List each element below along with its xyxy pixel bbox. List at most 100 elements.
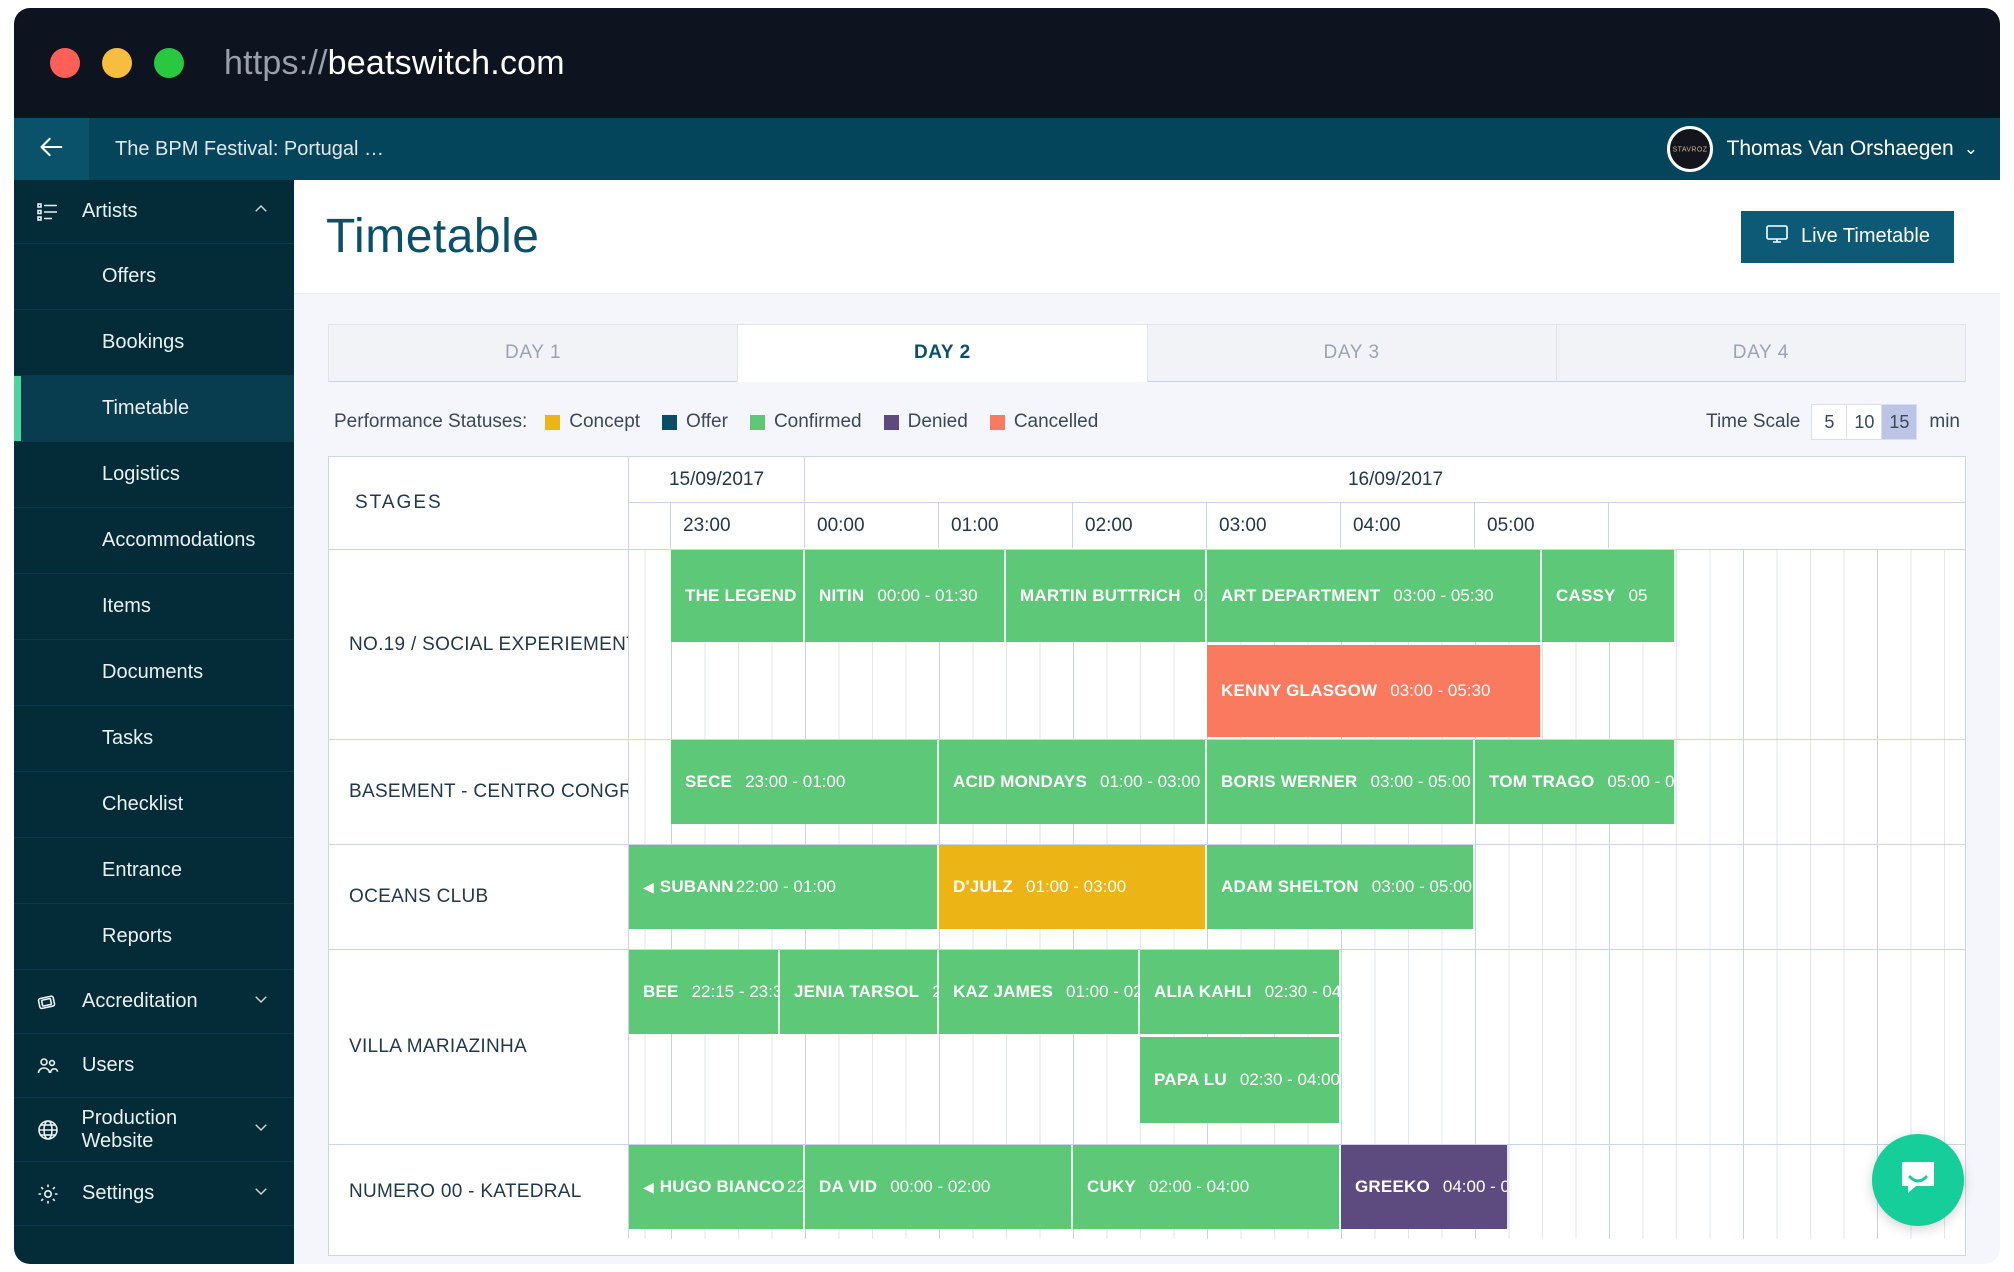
sidebar-item-logistics[interactable]: Logistics	[14, 442, 294, 508]
user-menu[interactable]: STAVROZ Thomas Van Orshaegen ⌄	[1666, 126, 1978, 172]
minimize-window-button[interactable]	[102, 48, 132, 78]
sidebar-item-offers[interactable]: Offers	[14, 244, 294, 310]
sidebar-group-label-production-website: Production Website	[81, 1106, 178, 1152]
close-window-button[interactable]	[50, 48, 80, 78]
sidebar-group-settings[interactable]: Settings	[14, 1162, 294, 1226]
time-scale-option-10[interactable]: 10	[1846, 404, 1883, 440]
stage-lane[interactable]: ◀ HUGO BIANCO 22:00 - 00:00 DA VID 00:00…	[629, 1145, 1965, 1239]
event-block[interactable]: CASSY 05	[1542, 550, 1676, 642]
event-block[interactable]: TOM TRAGO 05:00 - 0	[1475, 740, 1676, 824]
event-block[interactable]: JENIA TARSOL 23:30 - 01:00	[780, 950, 939, 1034]
date-cell-1: 15/09/2017	[629, 457, 805, 502]
event-block[interactable]: SECE 23:00 - 01:00	[671, 740, 939, 824]
sidebar-item-entrance[interactable]: Entrance	[14, 838, 294, 904]
hour-cell-pad	[629, 503, 671, 548]
event-name: CASSY	[1556, 586, 1616, 605]
event-name: TOM TRAGO	[1489, 772, 1595, 791]
stage-name: VILLA MARIAZINHA	[329, 950, 629, 1144]
event-time: 03:00 - 05:00	[1370, 772, 1471, 791]
event-block[interactable]: ADAM SHELTON 03:00 - 05:00	[1207, 845, 1475, 929]
event-time: 03:00 - 05:30	[1390, 681, 1491, 700]
legend-label: Confirmed	[773, 411, 862, 432]
sidebar-group-accreditation[interactable]: Accreditation	[14, 970, 294, 1034]
time-scale-option-5[interactable]: 5	[1811, 404, 1848, 440]
tab-day-3[interactable]: DAY 3	[1146, 324, 1557, 382]
timetable-inner: STAGES 15/09/2017 16/09/2017 23:00 00:00…	[329, 457, 1965, 1239]
event-block[interactable]: ACID MONDAYS 01:00 - 03:00	[939, 740, 1207, 824]
time-scale-label: Time Scale	[1706, 411, 1801, 432]
event-block[interactable]: BORIS WERNER 03:00 - 05:00	[1207, 740, 1475, 824]
sidebar-group-production-website[interactable]: Production Website	[14, 1098, 294, 1162]
sidebar-group-label-artists: Artists	[82, 200, 138, 222]
sidebar-item-reports[interactable]: Reports	[14, 904, 294, 970]
sidebar-item-bookings[interactable]: Bookings	[14, 310, 294, 376]
sidebar-item-label: Items	[102, 595, 151, 617]
event-name: ART DEPARTMENT	[1221, 586, 1381, 605]
event-block[interactable]: KENNY GLASGOW 03:00 - 05:30	[1207, 645, 1542, 737]
sidebar-item-timetable[interactable]: Timetable	[14, 376, 294, 442]
event-block[interactable]: GREEKO 04:00 - 05:0	[1341, 1145, 1509, 1229]
stage-lane[interactable]: SECE 23:00 - 01:00 ACID MONDAYS 01:00 - …	[629, 740, 1965, 844]
gear-icon	[36, 1182, 70, 1206]
swatch-concept	[545, 414, 561, 430]
event-name: SUBANN	[659, 877, 734, 896]
address-bar[interactable]: https://beatswitch.com	[224, 44, 565, 83]
live-timetable-button[interactable]: Live Timetable	[1741, 210, 1954, 263]
sidebar-item-documents[interactable]: Documents	[14, 640, 294, 706]
legend-label: Denied	[907, 411, 968, 432]
page-header: Timetable Live Timetable	[294, 180, 2000, 294]
url-scheme: https://	[224, 43, 328, 82]
app-top-bar: The BPM Festival: Portugal … STAVROZ Tho…	[14, 118, 2000, 180]
event-time: 02:30 - 04:00	[1264, 982, 1341, 1001]
event-block[interactable]: MARTIN BUTTRICH 01:30 - 03:00	[1006, 550, 1207, 642]
sidebar-item-checklist[interactable]: Checklist	[14, 772, 294, 838]
event-block[interactable]: ALIA KAHLI 02:30 - 04:00	[1140, 950, 1341, 1034]
event-time: 23:00 - 01:00	[745, 772, 846, 791]
sidebar-item-tasks[interactable]: Tasks	[14, 706, 294, 772]
tab-day-1[interactable]: DAY 1	[328, 324, 739, 382]
back-button[interactable]	[14, 118, 89, 180]
table-row: BASEMENT - CENTRO CONGRESSOS SECE 23:00 …	[329, 739, 1965, 844]
event-block[interactable]: DA VID 00:00 - 02:00	[805, 1145, 1073, 1229]
stage-lane[interactable]: ◀ SUBANN 22:00 - 01:00 D'JULZ 01:00 - 03…	[629, 845, 1965, 949]
stage-lane[interactable]: THE LEGEND 23:00 - NITIN 00:00 - 01:30 M…	[629, 550, 1965, 739]
badge-icon	[36, 990, 70, 1014]
legend-item-denied: Denied	[883, 411, 968, 433]
event-name: ACID MONDAYS	[953, 772, 1088, 791]
sidebar-group-artists[interactable]: Artists	[14, 180, 294, 244]
time-scale-option-15[interactable]: 15	[1881, 404, 1918, 440]
event-block[interactable]: D'JULZ 01:00 - 03:00	[939, 845, 1207, 929]
event-block[interactable]: CUKY 02:00 - 04:00	[1073, 1145, 1341, 1229]
zoom-window-button[interactable]	[154, 48, 184, 78]
sidebar-item-items[interactable]: Items	[14, 574, 294, 640]
stage-lane[interactable]: BEE 22:15 - 23:30 JENIA TARSOL 23:30 - 0…	[629, 950, 1965, 1144]
event-name: DA VID	[819, 1177, 878, 1196]
event-name: MARTIN BUTTRICH	[1020, 586, 1181, 605]
event-time: 03:00 - 05:00	[1371, 877, 1472, 896]
timetable-grid[interactable]: STAGES 15/09/2017 16/09/2017 23:00 00:00…	[328, 456, 1966, 1256]
sidebar-item-accommodations[interactable]: Accommodations	[14, 508, 294, 574]
tab-day-2[interactable]: DAY 2	[737, 324, 1148, 382]
tab-day-4[interactable]: DAY 4	[1555, 324, 1966, 382]
globe-icon	[36, 1118, 70, 1142]
event-block[interactable]: ART DEPARTMENT 03:00 - 05:30	[1207, 550, 1542, 642]
chat-launcher-button[interactable]	[1872, 1134, 1964, 1226]
clipped-start-arrow-icon: ◀	[643, 878, 654, 895]
url-host: beatswitch.com	[327, 43, 565, 82]
event-block[interactable]: BEE 22:15 - 23:30	[629, 950, 780, 1034]
table-row: OCEANS CLUB ◀ SUBANN 22:00 - 01:00 D'JUL…	[329, 844, 1965, 949]
main-content: Timetable Live Timetable DAY 1 DAY 2 DAY…	[294, 180, 2000, 1264]
event-block[interactable]: KAZ JAMES 01:00 - 02:30	[939, 950, 1140, 1034]
event-block[interactable]: NITIN 00:00 - 01:30	[805, 550, 1006, 642]
sidebar-group-users[interactable]: Users	[14, 1034, 294, 1098]
event-block[interactable]: THE LEGEND 23:00 -	[671, 550, 805, 642]
sidebar-item-label: Accommodations	[102, 529, 256, 551]
event-name: BEE	[643, 982, 679, 1001]
event-block[interactable]: ◀ SUBANN 22:00 - 01:00	[629, 845, 939, 929]
event-name: KENNY GLASGOW	[1221, 681, 1378, 700]
event-block[interactable]: PAPA LU 02:30 - 04:00	[1140, 1037, 1341, 1123]
event-block[interactable]: ◀ HUGO BIANCO 22:00 - 00:00	[629, 1145, 805, 1229]
hour-cell-2300: 23:00	[671, 503, 805, 548]
event-time: 01:00 - 02:30	[1066, 982, 1138, 1001]
hour-cell-0500: 05:00	[1475, 503, 1609, 548]
